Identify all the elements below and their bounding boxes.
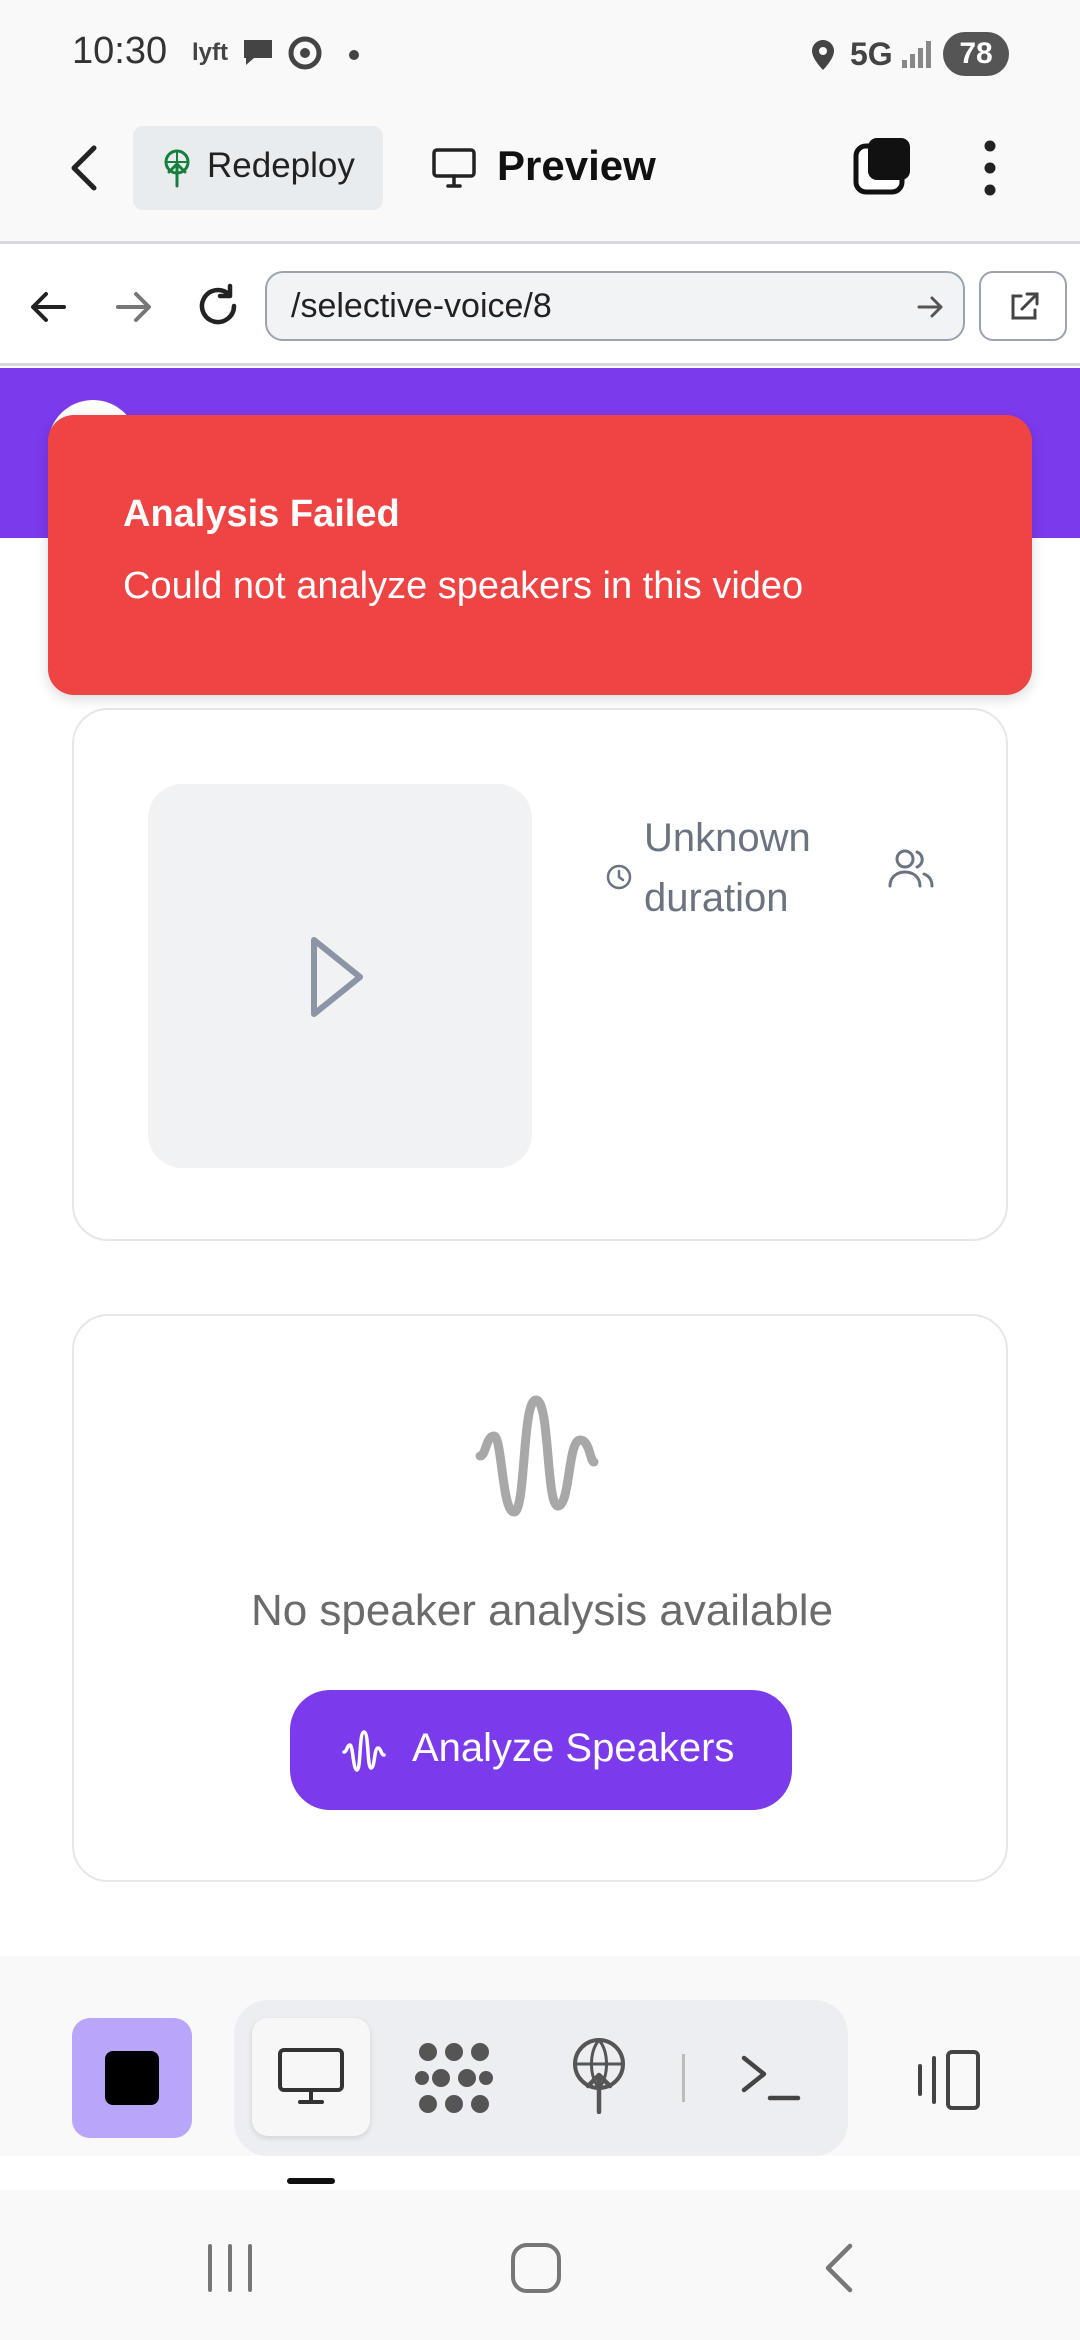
network-label: 5G [850, 36, 893, 72]
active-tab-indicator [287, 2178, 335, 2184]
back-button[interactable] [62, 140, 108, 201]
arrow-left-icon [31, 292, 66, 322]
svg-text:lyft: lyft [192, 39, 228, 66]
more-menu-button[interactable] [970, 138, 1010, 203]
terminal-icon [741, 2055, 801, 2101]
toast-message: Could not analyze speakers in this video [123, 565, 804, 607]
tab-deploy[interactable] [566, 2036, 632, 2119]
chrome-icon [288, 36, 322, 75]
error-toast[interactable]: Analysis Failed Could not analyze speake… [48, 415, 1032, 695]
url-field[interactable]: /selective-voice/8 [265, 271, 965, 341]
chat-icon [240, 36, 276, 73]
home-icon [511, 2243, 561, 2293]
external-link-icon [1011, 292, 1039, 320]
arrow-right-icon [116, 292, 151, 322]
tabs-switcher-button[interactable] [852, 134, 916, 203]
chevron-left-icon [825, 2243, 853, 2293]
open-external-button[interactable] [979, 271, 1067, 341]
system-navigation-bar [0, 2190, 1080, 2340]
side-panel-icon [918, 2050, 980, 2110]
url-go-icon[interactable] [915, 291, 947, 328]
reload-icon [199, 283, 237, 325]
monitor-icon [278, 2048, 344, 2104]
redeploy-label: Redeploy [207, 146, 355, 185]
chevron-left-icon [71, 145, 97, 191]
tab-terminal[interactable] [738, 2050, 802, 2111]
analyze-speakers-label: Analyze Speakers [412, 1726, 735, 1770]
notification-dot-icon [348, 48, 360, 66]
panel-toggle-button[interactable] [912, 2048, 984, 2117]
signal-icon [900, 38, 936, 75]
browser-back-button[interactable] [26, 284, 72, 335]
url-text: /selective-voice/8 [291, 287, 552, 325]
analyze-speakers-button[interactable]: Analyze Speakers [290, 1690, 792, 1810]
audio-wave-icon [342, 1730, 386, 1772]
monitor-icon [430, 146, 478, 195]
preview-label[interactable]: Preview [497, 142, 656, 190]
system-back-button[interactable] [818, 2240, 858, 2301]
tab-dependencies[interactable] [414, 2040, 494, 2121]
toast-title: Analysis Failed [123, 493, 400, 535]
status-bar: 10:30 lyft 5G 78 [0, 0, 1080, 110]
empty-state-message: No speaker analysis available [250, 1586, 834, 1635]
home-button[interactable] [508, 2240, 564, 2301]
globe-upload-icon [573, 2038, 625, 2115]
battery-indicator: 78 [943, 32, 1009, 76]
users-icon [886, 844, 936, 899]
redeploy-button[interactable]: Redeploy [133, 126, 383, 210]
location-icon [808, 38, 838, 77]
tabs-icon [853, 138, 910, 195]
recents-icon [208, 2244, 252, 2292]
recent-apps-button[interactable] [204, 2240, 256, 2301]
duration-label: Unknown duration [644, 816, 811, 920]
nodes-icon [415, 2043, 493, 2113]
toolbar-divider [682, 2054, 685, 2102]
reload-button[interactable] [192, 280, 244, 337]
more-vert-icon [984, 140, 996, 196]
speaker-analysis-card: No speaker analysis available Analyze Sp… [72, 1314, 1008, 1882]
video-card: Unknown duration [72, 708, 1008, 1241]
stop-button[interactable] [72, 2018, 192, 2138]
browser-forward-button[interactable] [110, 284, 156, 335]
play-icon [311, 937, 363, 1017]
lyft-icon: lyft [192, 36, 230, 71]
clock-icon [604, 862, 634, 897]
audio-wave-icon [472, 1386, 612, 1531]
status-time: 10:30 [72, 30, 168, 72]
tab-desktop-preview[interactable] [252, 2018, 370, 2136]
redeploy-icon [157, 148, 197, 193]
video-thumbnail[interactable] [148, 784, 532, 1168]
stop-icon [105, 2051, 159, 2105]
